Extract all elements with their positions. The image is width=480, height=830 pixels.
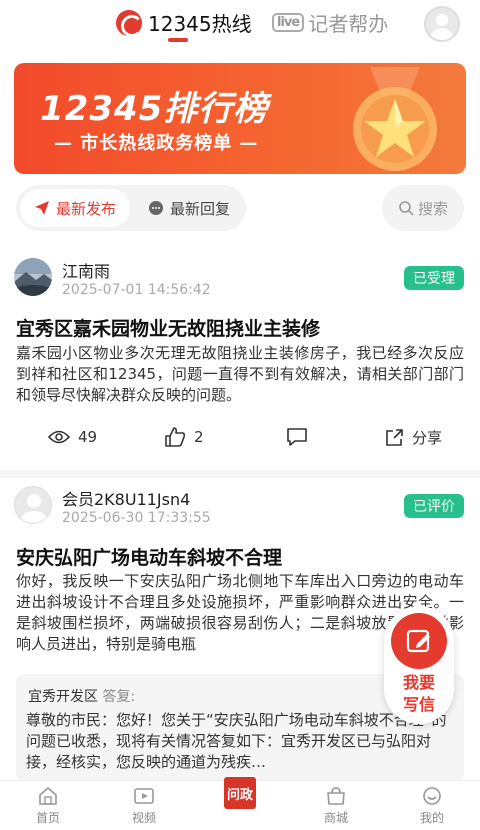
tab-reporter[interactable]: live 记者帮办 <box>272 8 388 37</box>
live-logo-icon: live <box>272 13 305 32</box>
nav-mall[interactable]: 商城 <box>306 785 366 826</box>
views-count: 49 <box>78 428 98 446</box>
post-author: 会员2K8U11Jsn4 <box>62 490 191 509</box>
write-circle <box>391 613 447 669</box>
post-title: 宜秀区嘉禾园物业无故阻挠业主装修 <box>16 318 321 340</box>
filter-latest-reply[interactable]: 最新回复 <box>148 189 230 227</box>
thumbs-up-icon <box>165 427 186 447</box>
tab-reporter-label: 记者帮办 <box>308 12 389 36</box>
ranking-banner[interactable]: 12345排行榜 — 市长热线政务榜单 — <box>14 63 466 174</box>
filter-latest-publish-label: 最新发布 <box>55 199 116 218</box>
home-icon <box>39 787 57 805</box>
likes-count: 2 <box>194 428 204 446</box>
tab-hotline-label: 12345热线 <box>148 12 252 36</box>
nav-center[interactable]: 问政 <box>214 773 266 825</box>
share-label: 分享 <box>412 429 443 447</box>
write-letter-label: 我要 写信 <box>384 672 454 716</box>
write-letter-line1: 我要 <box>402 673 435 692</box>
reply-label: 答复: <box>102 689 136 705</box>
filter-latest-reply-label: 最新回复 <box>170 199 231 218</box>
comment-dots-icon <box>149 201 163 215</box>
avatar <box>14 258 52 296</box>
medal-star-icon <box>353 67 437 171</box>
status-badge: 已评价 <box>404 494 464 518</box>
divider <box>0 470 480 478</box>
reply-text: 尊敬的市民：您好！您关于“安庆弘阳广场电动车斜坡不合理”的问题已收悉，现将有关情… <box>26 711 447 771</box>
search-button[interactable]: 搜索 <box>382 185 464 231</box>
status-badge: 已受理 <box>404 266 464 290</box>
banner-subtitle: — 市长热线政务榜单 — <box>54 133 259 154</box>
search-label: 搜索 <box>417 199 448 218</box>
nav-video[interactable]: 视频 <box>114 785 174 826</box>
nav-mall-label: 商城 <box>323 811 348 825</box>
post-body: 嘉禾园小区物业多次无理无故阻挠业主装修房子，我已经多次反应到祥和社区和12345… <box>16 344 464 404</box>
user-avatar-icon[interactable] <box>424 6 460 42</box>
comment-icon <box>287 428 307 446</box>
nav-mine[interactable]: 我的 <box>402 785 462 826</box>
reply-header: 宜秀开发区 答复: <box>28 686 135 706</box>
smile-icon <box>423 787 441 805</box>
search-icon <box>399 201 414 216</box>
nav-mine-label: 我的 <box>419 811 444 825</box>
edit-note-icon <box>406 629 430 653</box>
nav-home[interactable]: 首页 <box>18 785 78 826</box>
post-time: 2025-06-30 17:33:55 <box>62 510 211 526</box>
top-bar: 12345热线 live 记者帮办 <box>0 0 480 52</box>
avatar <box>14 486 52 524</box>
video-icon <box>134 788 154 804</box>
write-letter-line2: 写信 <box>402 695 435 714</box>
share-button[interactable]: 分享 <box>384 427 442 448</box>
shop-icon <box>327 787 345 805</box>
reply-department: 宜秀开发区 <box>28 689 98 705</box>
banner-title: 12345排行榜 <box>40 89 269 129</box>
write-letter-button[interactable]: 我要 写信 <box>384 606 454 724</box>
nav-center-badge: 问政 <box>224 777 256 809</box>
filter-latest-publish[interactable]: 最新发布 <box>20 189 130 227</box>
eye-icon <box>48 430 70 444</box>
post-stats: 49 2 分享 <box>0 424 480 454</box>
nav-video-label: 视频 <box>131 811 156 825</box>
comment-button[interactable] <box>286 427 308 447</box>
bottom-nav: 首页 视频 问政 商城 我的 <box>0 777 480 830</box>
share-icon <box>386 428 403 446</box>
nav-home-label: 首页 <box>35 811 60 825</box>
post-author: 江南雨 <box>62 262 111 281</box>
send-icon <box>34 201 49 215</box>
like-button[interactable]: 2 <box>164 426 204 448</box>
hotline-logo-icon <box>116 9 143 37</box>
tab-hotline[interactable]: 12345热线 <box>116 8 252 37</box>
tab-active-indicator <box>168 38 188 42</box>
post-title: 安庆弘阳广场电动车斜坡不合理 <box>16 547 283 569</box>
views-stat: 49 <box>48 428 97 446</box>
post-time: 2025-07-01 14:56:42 <box>62 282 211 298</box>
